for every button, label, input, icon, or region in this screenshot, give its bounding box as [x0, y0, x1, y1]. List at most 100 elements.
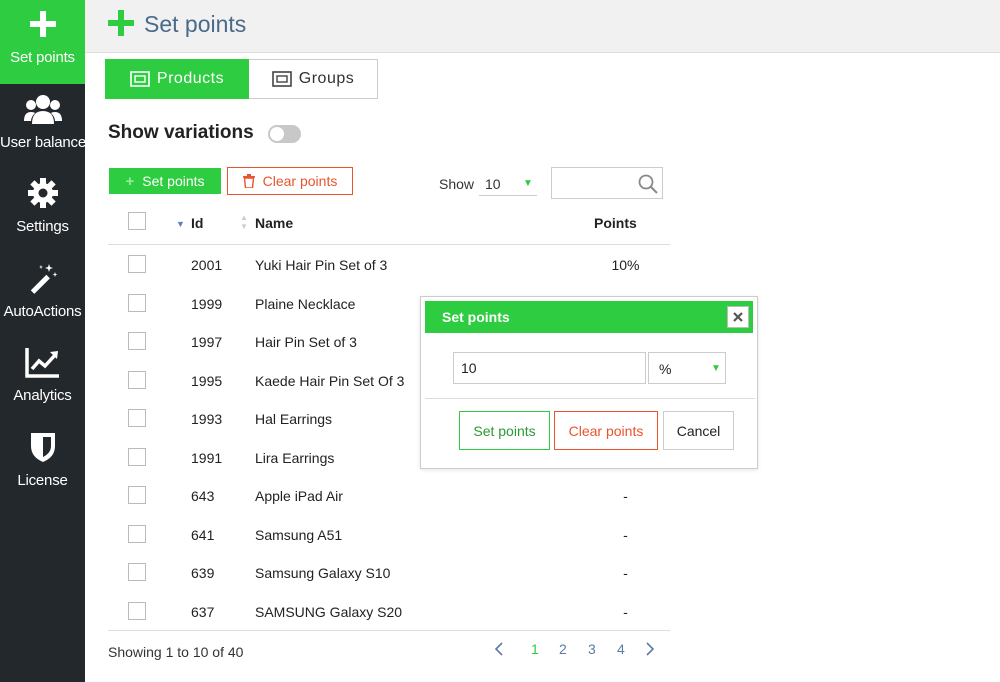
sort-icon[interactable]: ▲ ▼	[240, 213, 248, 231]
row-checkbox[interactable]	[128, 486, 146, 504]
cell-name: Samsung A51	[255, 526, 343, 543]
set-points-label: Set points	[142, 173, 205, 189]
users-icon	[0, 91, 85, 127]
sidebar-item-set-points[interactable]: Set points	[0, 0, 85, 84]
chevron-down-icon: ▼	[711, 363, 721, 374]
cell-name: SAMSUNG Galaxy S20	[255, 603, 403, 620]
cell-points: -	[623, 526, 628, 543]
dialog-header: Set points	[425, 301, 753, 333]
table-row: 643 Apple iPad Air -	[108, 476, 670, 515]
dialog-clear-points-button[interactable]: Clear points	[554, 411, 658, 450]
chevron-left-icon[interactable]	[494, 641, 504, 660]
sidebar: Set points User balance Settings AutoAct…	[0, 0, 86, 682]
sidebar-item-label: Settings	[16, 218, 69, 235]
table-bottom-border	[108, 630, 670, 631]
row-checkbox[interactable]	[128, 524, 146, 543]
sidebar-item-settings[interactable]: Settings	[0, 169, 85, 253]
row-checkbox[interactable]	[128, 370, 146, 389]
gear-icon	[0, 175, 85, 211]
close-icon	[733, 312, 743, 322]
column-header-name[interactable]: Name	[255, 215, 293, 231]
chevron-right-icon[interactable]	[645, 641, 655, 660]
row-checkbox[interactable]	[128, 563, 146, 581]
cell-id: 1999	[191, 295, 223, 312]
cell-name: Lira Earrings	[255, 449, 335, 466]
table-row: 637 SAMSUNG Galaxy S20 -	[108, 592, 670, 631]
dialog-set-points-button[interactable]: Set points	[459, 411, 550, 450]
tab-bar: Products Groups	[105, 59, 378, 99]
page-link-1[interactable]: 1	[531, 641, 539, 657]
cell-id: 1993	[191, 411, 223, 427]
cell-id: 639	[191, 565, 215, 581]
cell-name: Kaede Hair Pin Set Of 3	[255, 372, 405, 389]
set-points-button[interactable]: + Set points	[109, 168, 221, 194]
dialog-title: Set points	[442, 309, 510, 325]
column-header-points: Points	[594, 215, 637, 231]
shield-icon	[0, 429, 85, 465]
chart-line-icon	[0, 344, 85, 380]
search-icon	[638, 174, 658, 199]
magic-wand-icon	[0, 260, 85, 296]
tab-label: Groups	[298, 70, 355, 87]
sidebar-item-label: Analytics	[13, 387, 72, 404]
row-checkbox[interactable]	[128, 409, 146, 427]
cell-points: -	[623, 603, 628, 620]
table-row: 2001 Yuki Hair Pin Set of 3 10%	[108, 245, 670, 284]
groups-icon	[271, 71, 292, 87]
row-checkbox[interactable]	[128, 293, 146, 312]
table-row: 641 Samsung A51 -	[108, 515, 670, 554]
cell-points: -	[623, 565, 628, 581]
page-title: Set points	[144, 11, 247, 37]
page-link-4[interactable]: 4	[617, 641, 625, 657]
sidebar-item-label: Set points	[10, 49, 75, 66]
search-input[interactable]	[551, 167, 663, 199]
tab-products[interactable]: Products	[105, 59, 249, 99]
cell-id: 1997	[191, 334, 223, 350]
points-value-input[interactable]: 10	[453, 352, 646, 384]
table-header: ▼ Id ▲ ▼ Name Points	[108, 203, 670, 245]
cell-name: Hair Pin Set of 3	[255, 334, 357, 350]
clear-points-button[interactable]: Clear points	[227, 167, 353, 195]
cell-id: 1991	[191, 449, 223, 466]
page-link-2[interactable]: 2	[559, 641, 567, 657]
sidebar-item-user-balance[interactable]: User balance	[0, 85, 86, 169]
row-checkbox[interactable]	[128, 601, 146, 620]
plus-icon	[108, 10, 134, 36]
tab-groups[interactable]: Groups	[249, 59, 378, 99]
page-link-3[interactable]: 3	[588, 641, 596, 657]
sidebar-item-license[interactable]: License	[0, 423, 85, 507]
sidebar-item-autoactions[interactable]: AutoActions	[0, 254, 85, 338]
sidebar-item-label: License	[17, 472, 68, 489]
show-variations-toggle[interactable]	[268, 125, 301, 143]
page-header: Set points	[85, 0, 1000, 53]
cell-id: 637	[191, 603, 215, 620]
row-checkbox[interactable]	[128, 332, 146, 350]
tab-label: Products	[156, 70, 225, 87]
sidebar-item-label: User balance	[0, 134, 86, 151]
plus-icon: +	[125, 172, 135, 190]
select-all-checkbox[interactable]	[128, 212, 146, 230]
row-checkbox[interactable]	[128, 447, 146, 466]
dialog-divider	[425, 398, 755, 399]
dialog-cancel-button[interactable]: Cancel	[663, 411, 734, 450]
toggle-knob	[270, 127, 284, 141]
points-unit-value: %	[659, 361, 672, 377]
points-unit-select[interactable]: % ▼	[648, 352, 726, 384]
cell-id: 643	[191, 488, 215, 504]
page-size-value: 10	[485, 176, 501, 192]
showing-info: Showing 1 to 10 of 40	[108, 644, 244, 660]
cell-points: -	[623, 488, 628, 504]
row-checkbox[interactable]	[128, 255, 146, 273]
table-row: 639 Samsung Galaxy S10 -	[108, 553, 670, 592]
cell-id: 641	[191, 526, 215, 543]
column-header-id[interactable]: Id	[191, 215, 203, 231]
cell-name: Yuki Hair Pin Set of 3	[255, 257, 388, 273]
sort-desc-icon[interactable]: ▼	[176, 219, 185, 229]
chevron-down-icon: ▼	[523, 178, 533, 189]
page-size-select[interactable]: 10 ▼	[479, 170, 537, 196]
close-button[interactable]	[727, 306, 749, 328]
cell-name: Apple iPad Air	[255, 488, 343, 504]
sidebar-item-label: AutoActions	[3, 303, 82, 320]
sidebar-item-analytics[interactable]: Analytics	[0, 338, 85, 422]
clear-points-label: Clear points	[262, 173, 338, 189]
